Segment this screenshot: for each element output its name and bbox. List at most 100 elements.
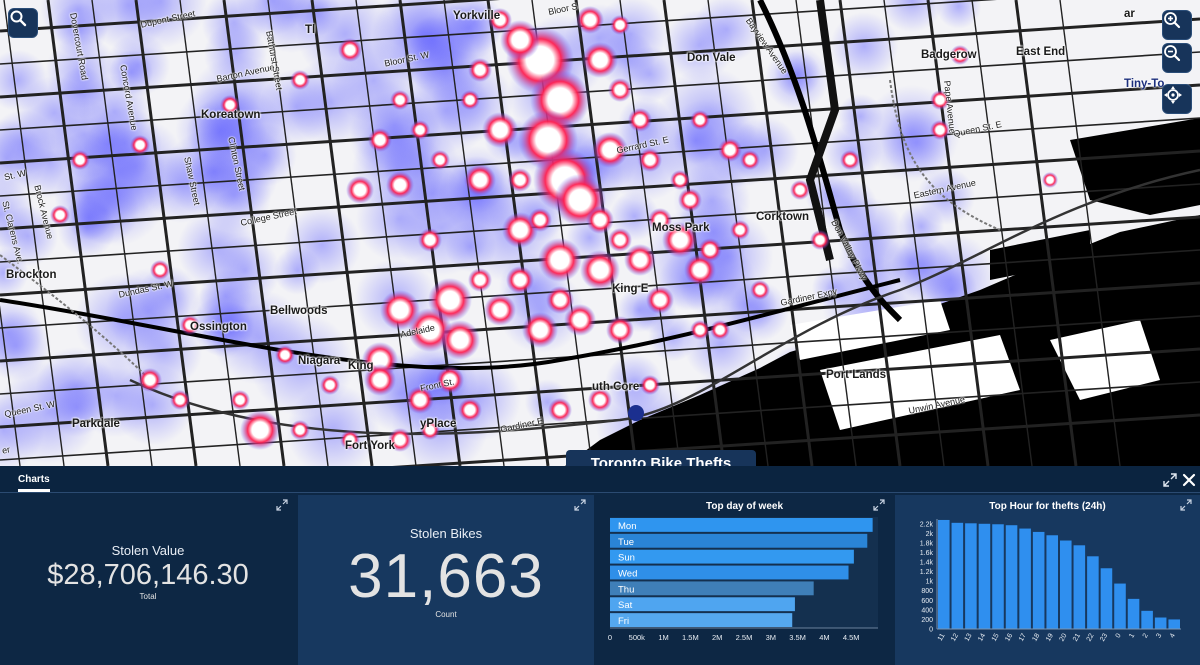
x-tick-label: 3.5M — [789, 633, 806, 642]
map-view[interactable]: Yorkville Bloor S Don Vale Badgerow East End… — [0, 0, 1200, 466]
map-label-badgerow: Badgerow — [921, 49, 977, 61]
x-tick-label: 11 — [937, 632, 947, 642]
y-tick-label: 1k — [926, 579, 934, 586]
day-of-week-card: Top day of week Mon Tue Sun Wed Thu Sat Fri 0 50… — [596, 495, 893, 665]
y-tick-label: 400 — [921, 607, 933, 614]
bar-label: Fri — [618, 616, 629, 627]
bar-thu[interactable] — [610, 581, 814, 596]
bar-hour-0[interactable] — [1114, 583, 1126, 629]
y-tick-label: 1.6k — [920, 550, 934, 557]
x-tick-label: 20 — [1059, 632, 1069, 642]
x-tick-label: 4.5M — [843, 633, 860, 642]
x-tick-label: 13 — [964, 632, 974, 642]
stolen-bikes-subtitle: Count — [435, 610, 457, 619]
map-label-yorkville: Yorkville — [453, 10, 501, 22]
y-tick-label: 0 — [929, 627, 933, 634]
bar-hour-19[interactable] — [1046, 535, 1058, 629]
panel-header: Charts — [0, 466, 1200, 493]
y-tick-label: 1.2k — [920, 569, 934, 576]
app-root: Yorkville Bloor S Don Vale Badgerow East End… — [0, 0, 1200, 665]
bar-hour-16[interactable] — [1005, 525, 1018, 629]
bar-fri[interactable] — [610, 613, 793, 627]
map-label-ar: ar — [1124, 8, 1135, 20]
x-tick-label: 17 — [1018, 632, 1028, 642]
bar-hour-22[interactable] — [1087, 556, 1099, 629]
zoom-in-button[interactable] — [1162, 10, 1192, 40]
stolen-value-amount: $28,706,146.30 — [47, 559, 249, 591]
bar-hour-3[interactable] — [1154, 617, 1167, 629]
x-tick-label: 14 — [977, 632, 987, 642]
zoom-in-icon — [1164, 12, 1181, 29]
bar-label: Thu — [618, 584, 634, 595]
bar-hour-17[interactable] — [1019, 528, 1031, 629]
bar-hour-1[interactable] — [1127, 598, 1140, 629]
map-label-port-lands: Port Lands — [826, 369, 887, 381]
layer-title: Toronto Bike Thefts — [566, 450, 756, 466]
y-tick-label: 1.4k — [920, 560, 934, 567]
locate-button[interactable] — [1162, 84, 1192, 114]
map-label-tiny-to: Tiny-To — [1124, 78, 1165, 90]
search-icon — [10, 10, 27, 27]
bar-hour-12[interactable] — [951, 522, 964, 629]
x-tick-label: 21 — [1072, 632, 1082, 642]
bar-label: Tue — [618, 537, 634, 548]
y-tick-label: 600 — [921, 598, 933, 605]
x-tick-label: 3M — [766, 633, 776, 642]
bar-mon[interactable] — [610, 518, 873, 532]
bar-hour-2[interactable] — [1141, 610, 1153, 629]
x-tick-label: 4 — [1169, 632, 1177, 639]
expand-icon[interactable] — [276, 499, 288, 511]
day-of-week-chart[interactable]: Mon Tue Sun Wed Thu Sat Fri 0 500k 1M 1.5M 2M 2.5M 3M… — [596, 495, 893, 665]
close-panel-icon[interactable] — [1181, 472, 1197, 488]
y-tick-label: 200 — [921, 617, 933, 624]
map-label-parkdale: Parkdale — [72, 418, 120, 430]
x-tick-label: 3 — [1155, 632, 1163, 639]
bar-hour-11[interactable] — [938, 519, 950, 629]
bar-hour-18[interactable] — [1032, 531, 1045, 629]
bar-sat[interactable] — [610, 597, 795, 612]
locate-icon — [1164, 86, 1182, 104]
bar-sun[interactable] — [610, 549, 854, 564]
y-tick-label: 2.2k — [920, 521, 934, 528]
map-label-corktown: Corktown — [756, 211, 810, 223]
x-tick-label: 1 — [1128, 632, 1136, 639]
tab-active-indicator — [18, 489, 50, 492]
map-label-koreatown: Koreatown — [201, 109, 261, 121]
bar-hour-4[interactable] — [1168, 619, 1180, 629]
expand-panel-icon[interactable] — [1162, 472, 1178, 488]
bar-hour-21[interactable] — [1073, 545, 1086, 629]
bar-tue[interactable] — [610, 533, 868, 548]
x-tick-label: 0 — [1115, 632, 1123, 639]
x-tick-label: 0 — [608, 633, 612, 642]
x-tick-label: 4M — [819, 633, 829, 642]
expand-icon[interactable] — [574, 499, 586, 511]
bar-hour-13[interactable] — [965, 523, 977, 629]
map-label-don-vale: Don Vale — [687, 52, 736, 64]
bar-hour-15[interactable] — [992, 524, 1004, 629]
stolen-bikes-card: Stolen Bikes 31,663 Count — [298, 495, 594, 665]
tab-charts[interactable]: Charts — [18, 474, 50, 485]
map-label-moss-park: Moss Park — [652, 222, 710, 234]
bar-hour-23[interactable] — [1100, 568, 1113, 629]
x-tick-label: 15 — [991, 632, 1001, 642]
stolen-bikes-count: 31,663 — [348, 542, 544, 611]
map-label-niagara: Niagara — [298, 355, 341, 367]
y-tick-label: 800 — [921, 588, 933, 595]
x-tick-label: 18 — [1031, 632, 1041, 642]
bar-hour-20[interactable] — [1060, 540, 1072, 629]
map-label-fort-york: Fort York — [345, 440, 396, 452]
map-canvas[interactable] — [0, 0, 1200, 466]
x-tick-label: 12 — [950, 632, 960, 642]
x-tick-label: 1M — [658, 633, 668, 642]
zoom-out-button[interactable] — [1162, 43, 1192, 73]
x-tick-label: 16 — [1004, 632, 1014, 642]
bar-hour-14[interactable] — [978, 523, 991, 629]
stolen-value-card: Stolen Value $28,706,146.30 Total — [0, 495, 296, 665]
x-tick-label: 500k — [629, 633, 646, 642]
bar-wed[interactable] — [610, 565, 849, 580]
location-marker[interactable] — [628, 405, 644, 421]
search-button[interactable] — [8, 8, 38, 38]
map-label-ossington: Ossington — [190, 321, 247, 333]
stolen-value-subtitle: Total — [139, 592, 157, 601]
hour-chart[interactable]: 02004006008001k1.2k1.4k1.6k1.8k2k2.2k11 1… — [895, 495, 1200, 665]
